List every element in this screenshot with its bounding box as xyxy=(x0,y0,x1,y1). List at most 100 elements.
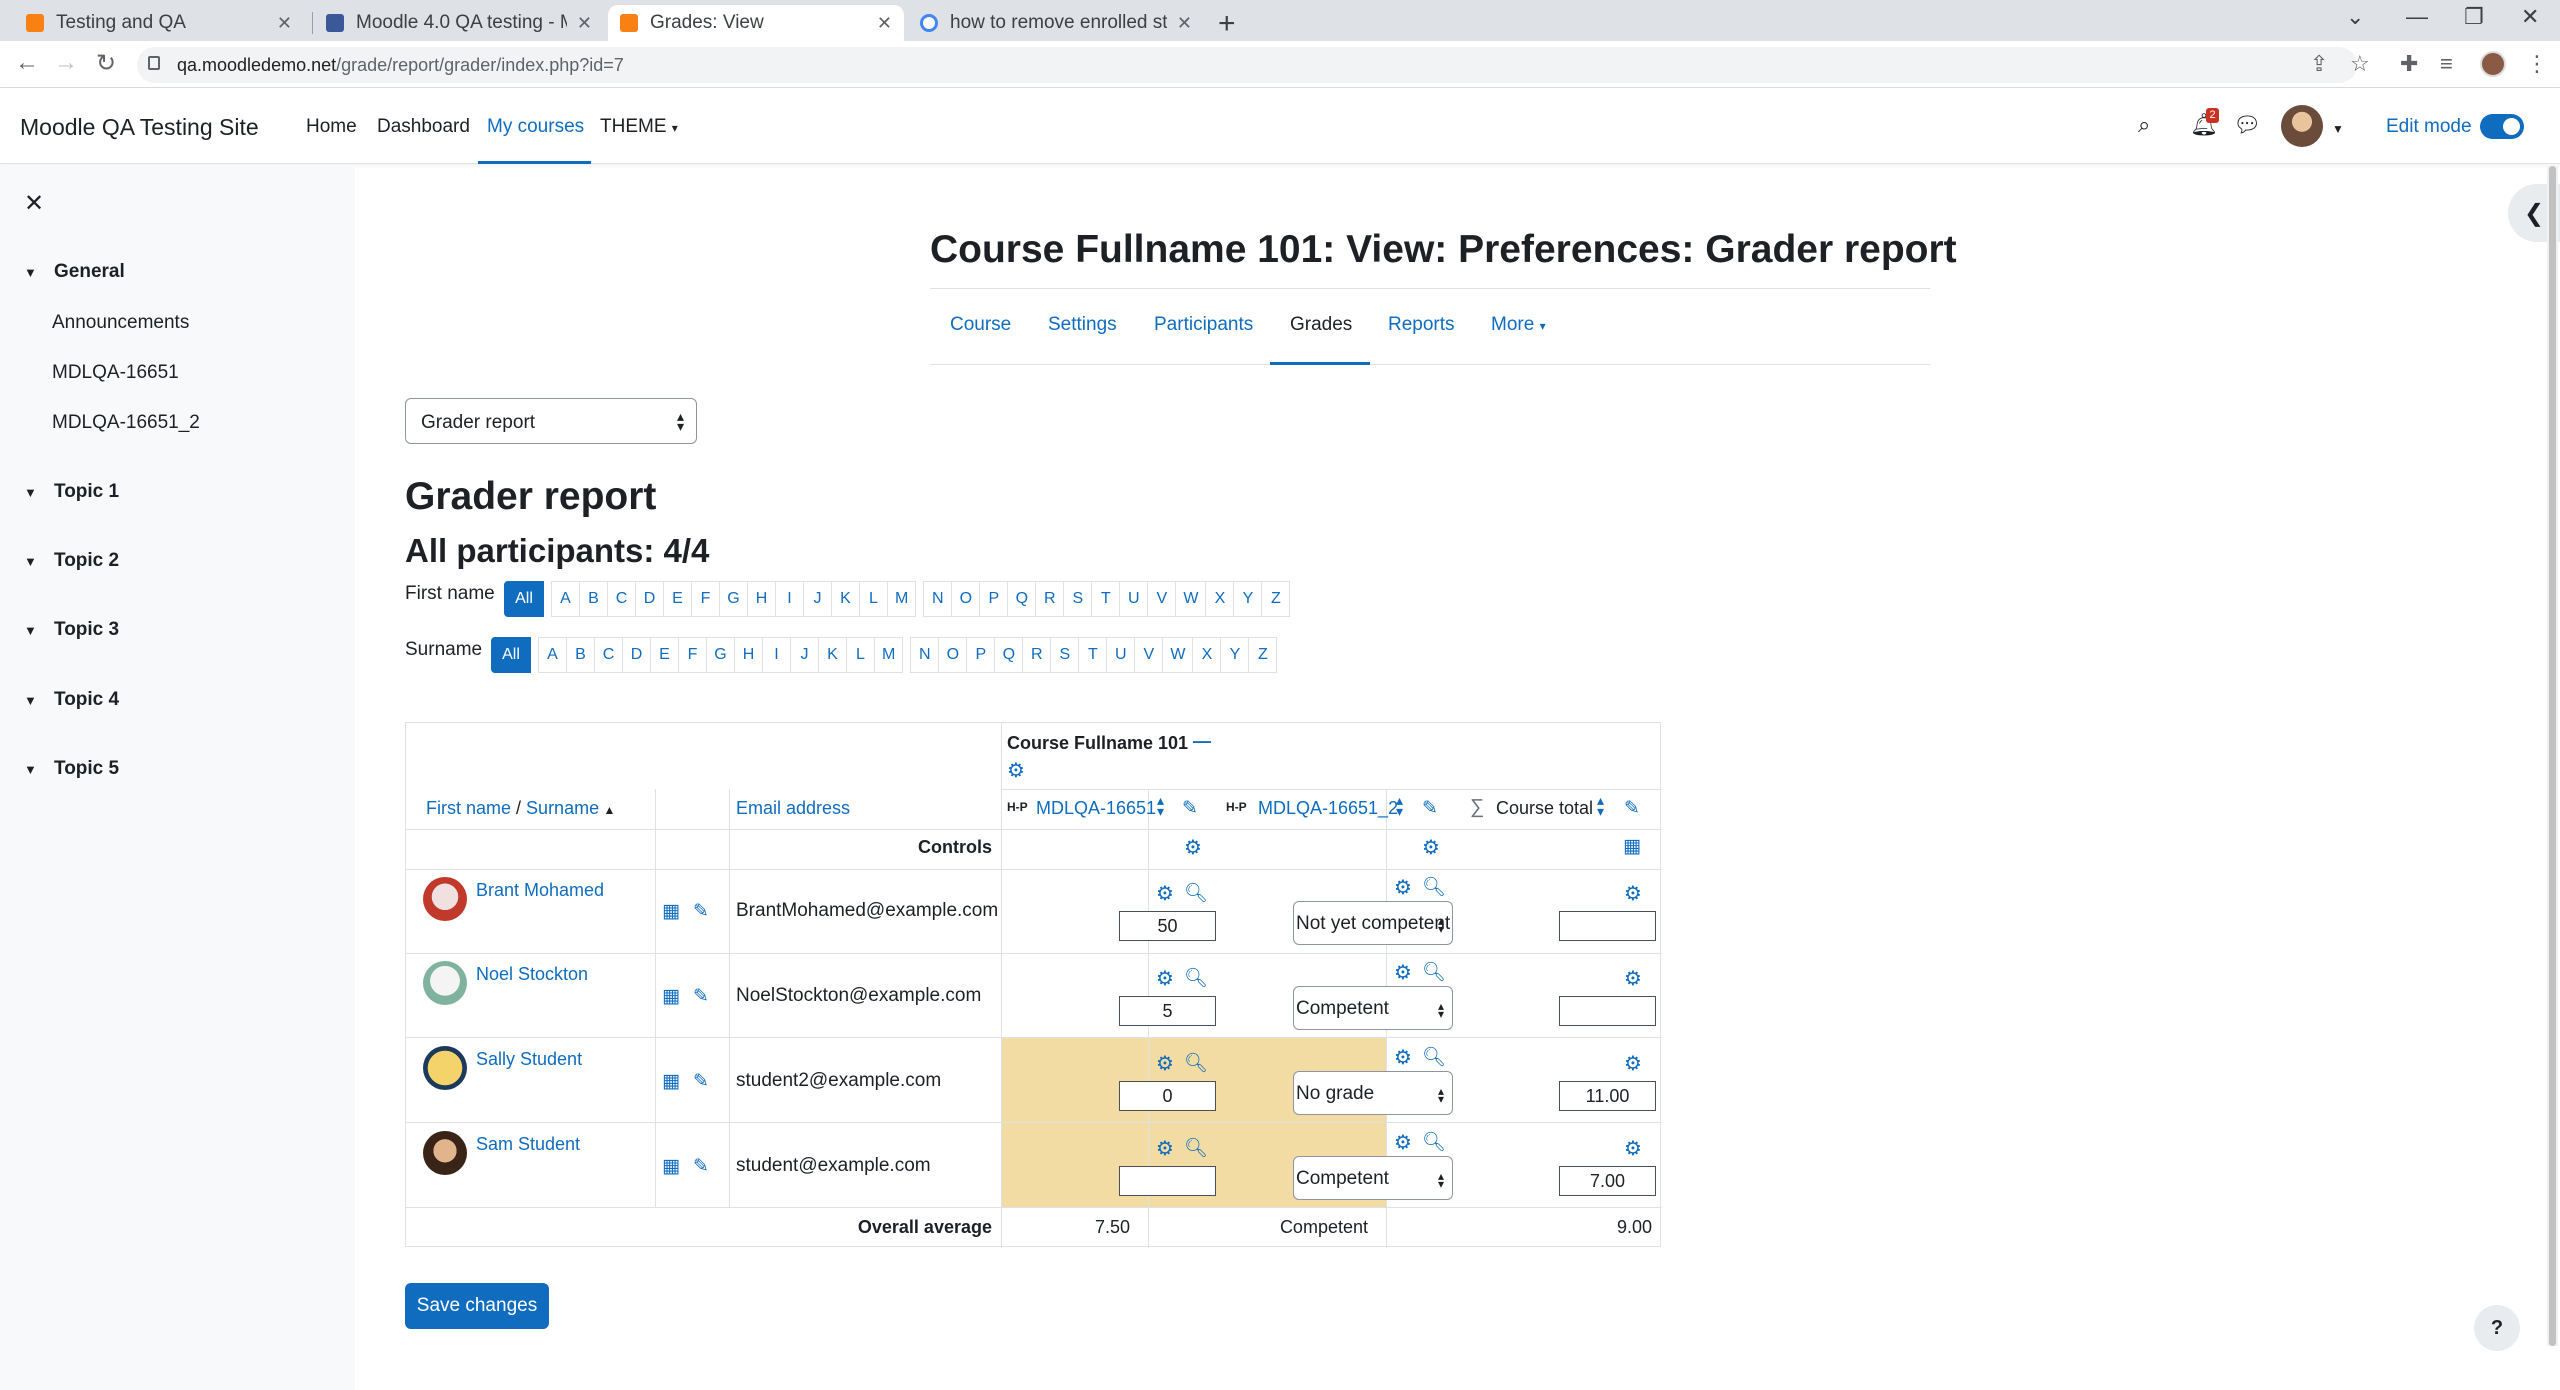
close-tab-icon[interactable]: ✕ xyxy=(277,13,292,34)
page-scrollbar[interactable] xyxy=(2547,166,2558,1346)
restore-icon[interactable]: ❐ xyxy=(2464,4,2484,30)
chevron-down-icon[interactable]: ▼ xyxy=(24,554,46,569)
nav-my-courses[interactable]: My courses xyxy=(487,116,584,138)
surname-initial-f[interactable]: F xyxy=(678,637,707,673)
single-view-grid-icon[interactable]: ▦ xyxy=(662,1155,680,1178)
activity-link-mdlqa-16651-2[interactable]: MDLQA-16651_2 xyxy=(52,412,200,434)
collapse-category-icon[interactable]: — xyxy=(1193,731,1211,752)
single-view-grid-icon[interactable]: ▦ xyxy=(662,1070,680,1093)
extensions-icon[interactable]: ✚ xyxy=(2400,51,2418,77)
firstname-initial-i[interactable]: I xyxy=(775,581,804,617)
back-icon[interactable]: ← xyxy=(15,49,39,77)
grade-input[interactable] xyxy=(1119,1166,1216,1196)
search-icon[interactable]: ⌕ xyxy=(2138,112,2150,138)
forward-icon[interactable]: → xyxy=(54,49,78,77)
single-view-grid-icon[interactable]: ▦ xyxy=(662,900,680,923)
firstname-initial-m[interactable]: M xyxy=(887,581,917,617)
scale-grade-select[interactable]: No grade ▴ ▾ xyxy=(1293,1071,1453,1115)
firstname-initial-o[interactable]: O xyxy=(951,581,981,617)
edit-pencil-icon[interactable]: ✎ xyxy=(693,985,709,1008)
category-settings-gear-icon[interactable]: ⚙︎ xyxy=(1007,758,1025,783)
section-general[interactable]: ▼ General xyxy=(24,261,125,283)
chevron-down-icon[interactable]: ▼ xyxy=(24,623,46,638)
scale-grade-select[interactable]: Not yet competent ▴ ▾ xyxy=(1293,901,1453,945)
firstname-initial-f[interactable]: F xyxy=(691,581,720,617)
sort-surname-link[interactable]: Surname xyxy=(526,798,599,818)
browser-profile-avatar[interactable] xyxy=(2480,51,2506,77)
chevron-down-icon[interactable]: ▼ xyxy=(24,693,46,708)
cell-settings-gear-icon[interactable]: ⚙︎ xyxy=(1624,1051,1642,1076)
firstname-initial-u[interactable]: U xyxy=(1119,581,1149,617)
sort-arrows-icon[interactable]: ▴ ▾ xyxy=(1597,793,1604,818)
firstname-initial-v[interactable]: V xyxy=(1147,581,1177,617)
activity-link-mdlqa-16651[interactable]: MDLQA-16651 xyxy=(52,362,179,384)
surname-initial-i[interactable]: I xyxy=(762,637,791,673)
firstname-initial-n[interactable]: N xyxy=(923,581,953,617)
surname-initial-c[interactable]: C xyxy=(594,637,623,673)
surname-initial-u[interactable]: U xyxy=(1106,637,1136,673)
surname-initial-x[interactable]: X xyxy=(1192,637,1222,673)
chevron-down-icon[interactable]: ▼ xyxy=(24,762,46,777)
edit-pencil-icon[interactable]: ✎ xyxy=(693,1070,709,1093)
browser-tab[interactable]: Testing and QA ✕ xyxy=(14,5,304,41)
surname-initial-y[interactable]: Y xyxy=(1220,637,1250,673)
section-topic-4[interactable]: ▼ Topic 4 xyxy=(24,689,119,711)
sort-arrows-icon[interactable]: ▴ ▾ xyxy=(1157,793,1164,818)
firstname-initial-r[interactable]: R xyxy=(1035,581,1065,617)
cell-settings-gear-icon[interactable]: ⚙︎ xyxy=(1394,1045,1412,1070)
course-total-input[interactable] xyxy=(1559,996,1656,1026)
surname-initial-l[interactable]: L xyxy=(846,637,875,673)
share-icon[interactable]: ⇪ xyxy=(2310,51,2328,77)
firstname-initial-c[interactable]: C xyxy=(607,581,636,617)
user-menu-chevron-icon[interactable]: ▼ xyxy=(2332,122,2344,136)
firstname-initial-l[interactable]: L xyxy=(859,581,888,617)
save-changes-button[interactable]: Save changes xyxy=(405,1283,549,1329)
chevron-down-icon[interactable]: ▼ xyxy=(24,265,46,280)
grade-item-mdlqa-16651-link[interactable]: MDLQA-16651 xyxy=(1036,798,1156,819)
reading-list-icon[interactable]: ≡ xyxy=(2440,51,2453,77)
firstname-initial-k[interactable]: K xyxy=(831,581,860,617)
cell-settings-gear-icon[interactable]: ⚙︎ xyxy=(1156,966,1174,991)
firstname-initial-d[interactable]: D xyxy=(635,581,664,617)
firstname-initial-g[interactable]: G xyxy=(719,581,748,617)
site-name[interactable]: Moodle QA Testing Site xyxy=(20,114,259,141)
zoom-icon[interactable]: 🔍︎ xyxy=(1184,1051,1208,1075)
user-picture[interactable] xyxy=(423,1046,467,1090)
browser-menu-icon[interactable]: ⋮ xyxy=(2526,51,2548,77)
edit-pencil-icon[interactable]: ✎ xyxy=(1624,797,1640,820)
column-settings-gear-icon[interactable]: ⚙︎ xyxy=(1422,835,1440,860)
firstname-initial-h[interactable]: H xyxy=(747,581,776,617)
surname-initial-h[interactable]: H xyxy=(734,637,763,673)
help-button[interactable]: ? xyxy=(2474,1305,2520,1351)
student-name-link[interactable]: Noel Stockton xyxy=(476,964,588,985)
surname-initial-g[interactable]: G xyxy=(706,637,735,673)
chevron-down-icon[interactable]: ▼ xyxy=(24,485,46,500)
section-topic-5[interactable]: ▼ Topic 5 xyxy=(24,758,119,780)
browser-tab[interactable]: Moodle 4.0 QA testing - Moodle ✕ xyxy=(314,5,604,41)
surname-initial-r[interactable]: R xyxy=(1022,637,1052,673)
minimize-icon[interactable]: — xyxy=(2406,4,2428,30)
calculator-icon[interactable]: ▦ xyxy=(1623,835,1641,858)
firstname-initial-q[interactable]: Q xyxy=(1007,581,1037,617)
edit-pencil-icon[interactable]: ✎ xyxy=(1422,797,1438,820)
activity-link-announcements[interactable]: Announcements xyxy=(52,312,189,334)
firstname-initial-a[interactable]: A xyxy=(551,581,580,617)
reload-icon[interactable]: ↻ xyxy=(96,49,116,78)
sort-firstname-link[interactable]: First name xyxy=(426,798,511,818)
student-name-link[interactable]: Sam Student xyxy=(476,1134,580,1155)
surname-initial-e[interactable]: E xyxy=(650,637,679,673)
close-tab-icon[interactable]: ✕ xyxy=(577,13,592,34)
new-tab-icon[interactable]: + xyxy=(1218,7,1236,41)
close-drawer-icon[interactable]: ✕ xyxy=(24,189,44,218)
grade-item-mdlqa-16651-2-link[interactable]: MDLQA-16651_2 xyxy=(1258,798,1398,819)
zoom-icon[interactable]: 🔍︎ xyxy=(1184,881,1208,905)
cell-settings-gear-icon[interactable]: ⚙︎ xyxy=(1156,881,1174,906)
surname-initial-t[interactable]: T xyxy=(1078,637,1108,673)
surname-initial-k[interactable]: K xyxy=(818,637,847,673)
tab-grades[interactable]: Grades xyxy=(1290,314,1352,336)
url-text[interactable]: qa.moodledemo.net/grade/report/grader/in… xyxy=(177,55,624,76)
cell-settings-gear-icon[interactable]: ⚙︎ xyxy=(1624,966,1642,991)
tab-search-icon[interactable]: ⌄ xyxy=(2346,4,2364,30)
firstname-initial-w[interactable]: W xyxy=(1175,581,1207,617)
browser-tab-active[interactable]: Grades: View ✕ xyxy=(608,5,904,41)
